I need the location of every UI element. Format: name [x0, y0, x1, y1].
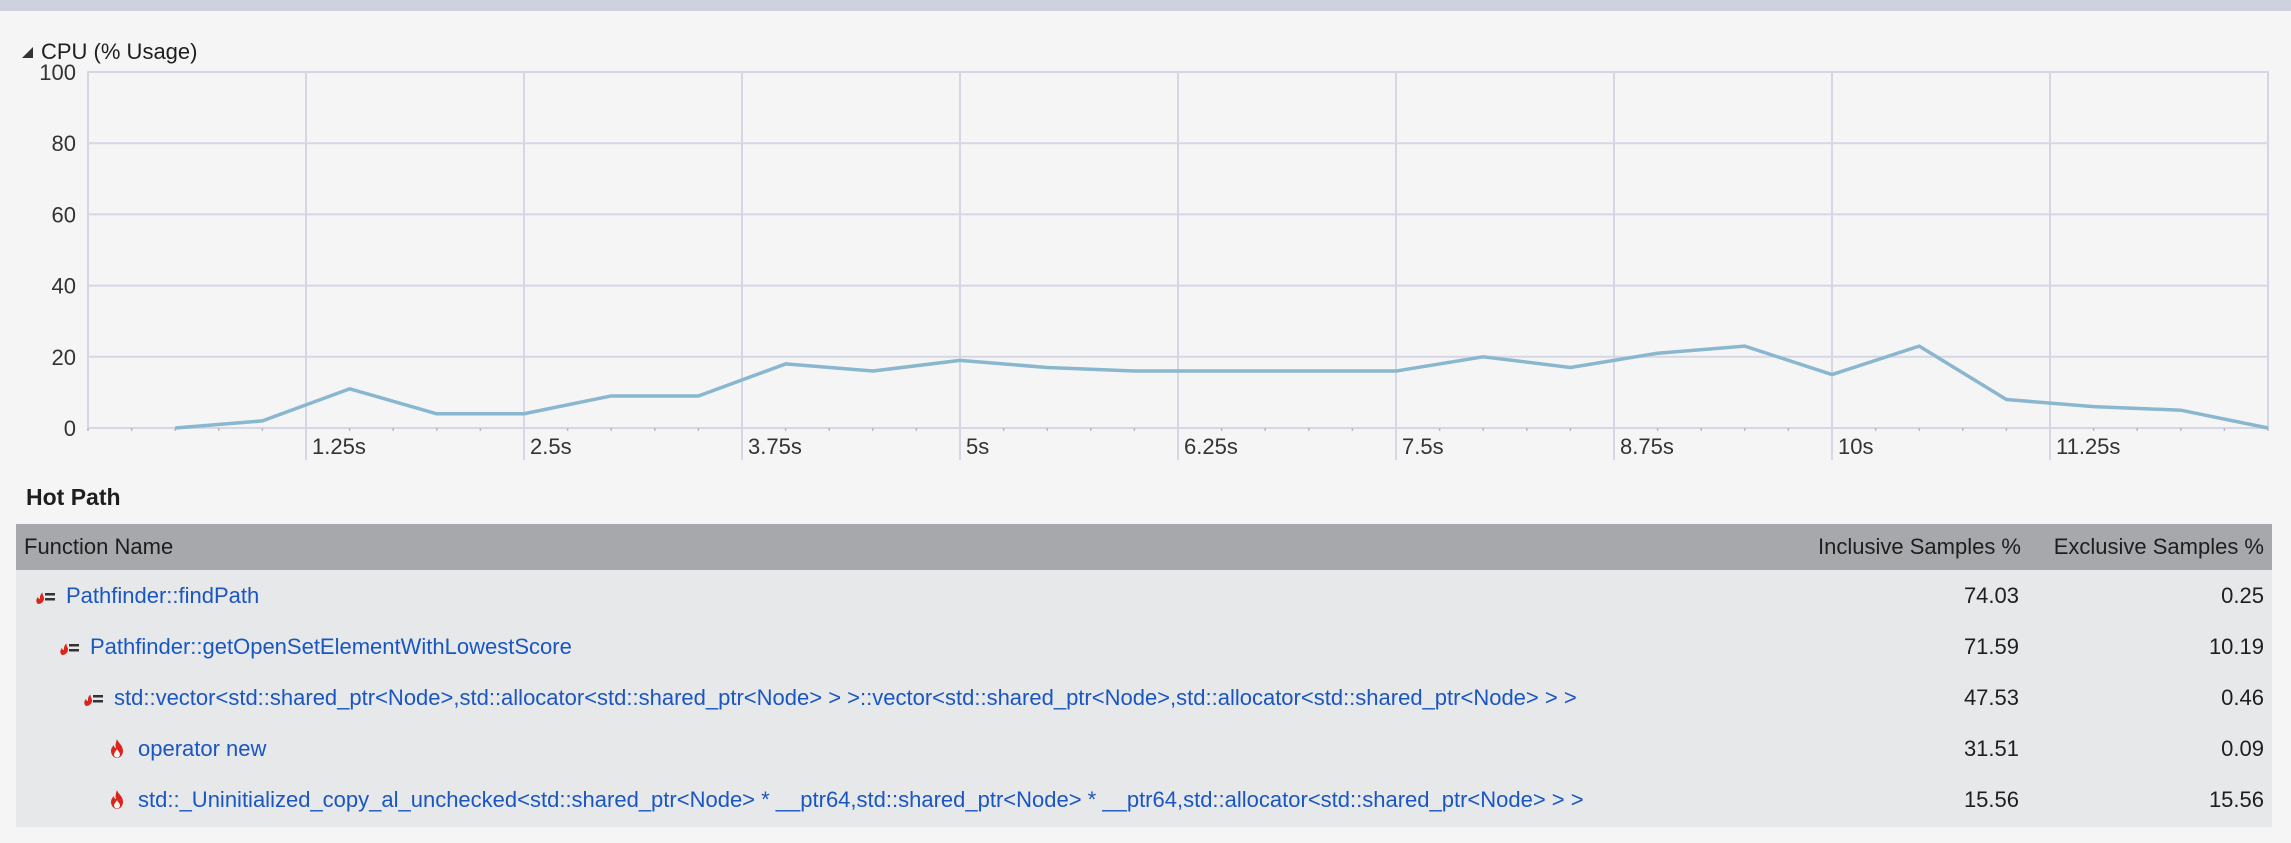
hot-path-icon	[84, 694, 103, 706]
x-tick-label: 1.25s	[312, 434, 366, 459]
function-name-link[interactable]: Pathfinder::getOpenSetElementWithLowestS…	[90, 634, 572, 660]
function-name-link[interactable]: Pathfinder::findPath	[66, 583, 259, 609]
exclusive-samples-value: 15.56	[2208, 787, 2264, 812]
y-tick-label: 100	[39, 60, 76, 85]
collapse-triangle-icon[interactable]	[22, 46, 33, 58]
x-tick-label: 7.5s	[1402, 434, 1444, 459]
x-tick-label: 11.25s	[2056, 434, 2120, 459]
flame-icon	[111, 738, 123, 758]
function-cell: std::_Uninitialized_copy_al_unchecked<st…	[104, 774, 1584, 825]
inclusive-samples-value: 31.51	[1963, 736, 2019, 761]
x-tick-label: 6.25s	[1184, 434, 1238, 459]
table-header: Function Name Inclusive Samples % Exclus…	[16, 524, 2272, 570]
function-name-link[interactable]: std::_Uninitialized_copy_al_unchecked<st…	[138, 787, 1584, 813]
table-row[interactable]: Pathfinder::getOpenSetElementWithLowestS…	[16, 621, 2272, 672]
function-cell: operator new	[104, 723, 266, 774]
table-row[interactable]: operator new 31.51 0.09	[16, 723, 2272, 774]
exclusive-samples-value: 0.25	[2221, 583, 2264, 608]
table-row[interactable]: Pathfinder::findPath 74.03 0.25	[16, 570, 2272, 621]
x-tick-label: 10s	[1838, 434, 1873, 459]
hot-path-icon	[36, 592, 55, 604]
top-strip	[0, 0, 2291, 11]
y-tick-label: 20	[52, 345, 76, 370]
x-tick-label: 8.75s	[1620, 434, 1674, 459]
inclusive-samples-value: 15.56	[1963, 787, 2019, 812]
inclusive-samples-value: 47.53	[1963, 685, 2019, 710]
inclusive-samples-value: 74.03	[1963, 583, 2019, 608]
hot-path-title: Hot Path	[26, 484, 121, 510]
column-header-exclusive-samples[interactable]: Exclusive Samples %	[2054, 524, 2264, 570]
table-row[interactable]: std::vector<std::shared_ptr<Node>,std::a…	[16, 672, 2272, 723]
exclusive-samples-value: 10.19	[2208, 634, 2264, 659]
function-name-link[interactable]: std::vector<std::shared_ptr<Node>,std::a…	[114, 685, 1577, 711]
x-tick-label: 5s	[966, 434, 989, 459]
y-tick-label: 0	[64, 416, 76, 441]
cpu-usage-chart[interactable]: 100 80 60 40 20 0 1.25s 2.5s 3.75s 5s 6.25s 7.5s 8.7…	[0, 60, 2291, 470]
column-header-function-name[interactable]: Function Name	[24, 524, 173, 570]
y-tick-label: 80	[52, 131, 76, 156]
x-tick-label: 2.5s	[530, 434, 572, 459]
function-cell: Pathfinder::findPath	[32, 570, 259, 621]
exclusive-samples-value: 0.09	[2221, 736, 2264, 761]
function-cell: Pathfinder::getOpenSetElementWithLowestS…	[56, 621, 572, 672]
y-tick-label: 60	[52, 202, 76, 227]
column-header-inclusive-samples[interactable]: Inclusive Samples %	[1818, 524, 2021, 570]
hot-path-icon	[60, 643, 79, 655]
exclusive-samples-value: 0.46	[2221, 685, 2264, 710]
x-tick-label: 3.75s	[748, 434, 802, 459]
hot-path-table: Function Name Inclusive Samples % Exclus…	[16, 524, 2272, 827]
flame-icon	[111, 789, 123, 809]
y-tick-label: 40	[52, 274, 76, 299]
inclusive-samples-value: 71.59	[1963, 634, 2019, 659]
function-name-link[interactable]: operator new	[138, 736, 266, 762]
table-row[interactable]: std::_Uninitialized_copy_al_unchecked<st…	[16, 774, 2272, 825]
function-cell: std::vector<std::shared_ptr<Node>,std::a…	[80, 672, 1577, 723]
